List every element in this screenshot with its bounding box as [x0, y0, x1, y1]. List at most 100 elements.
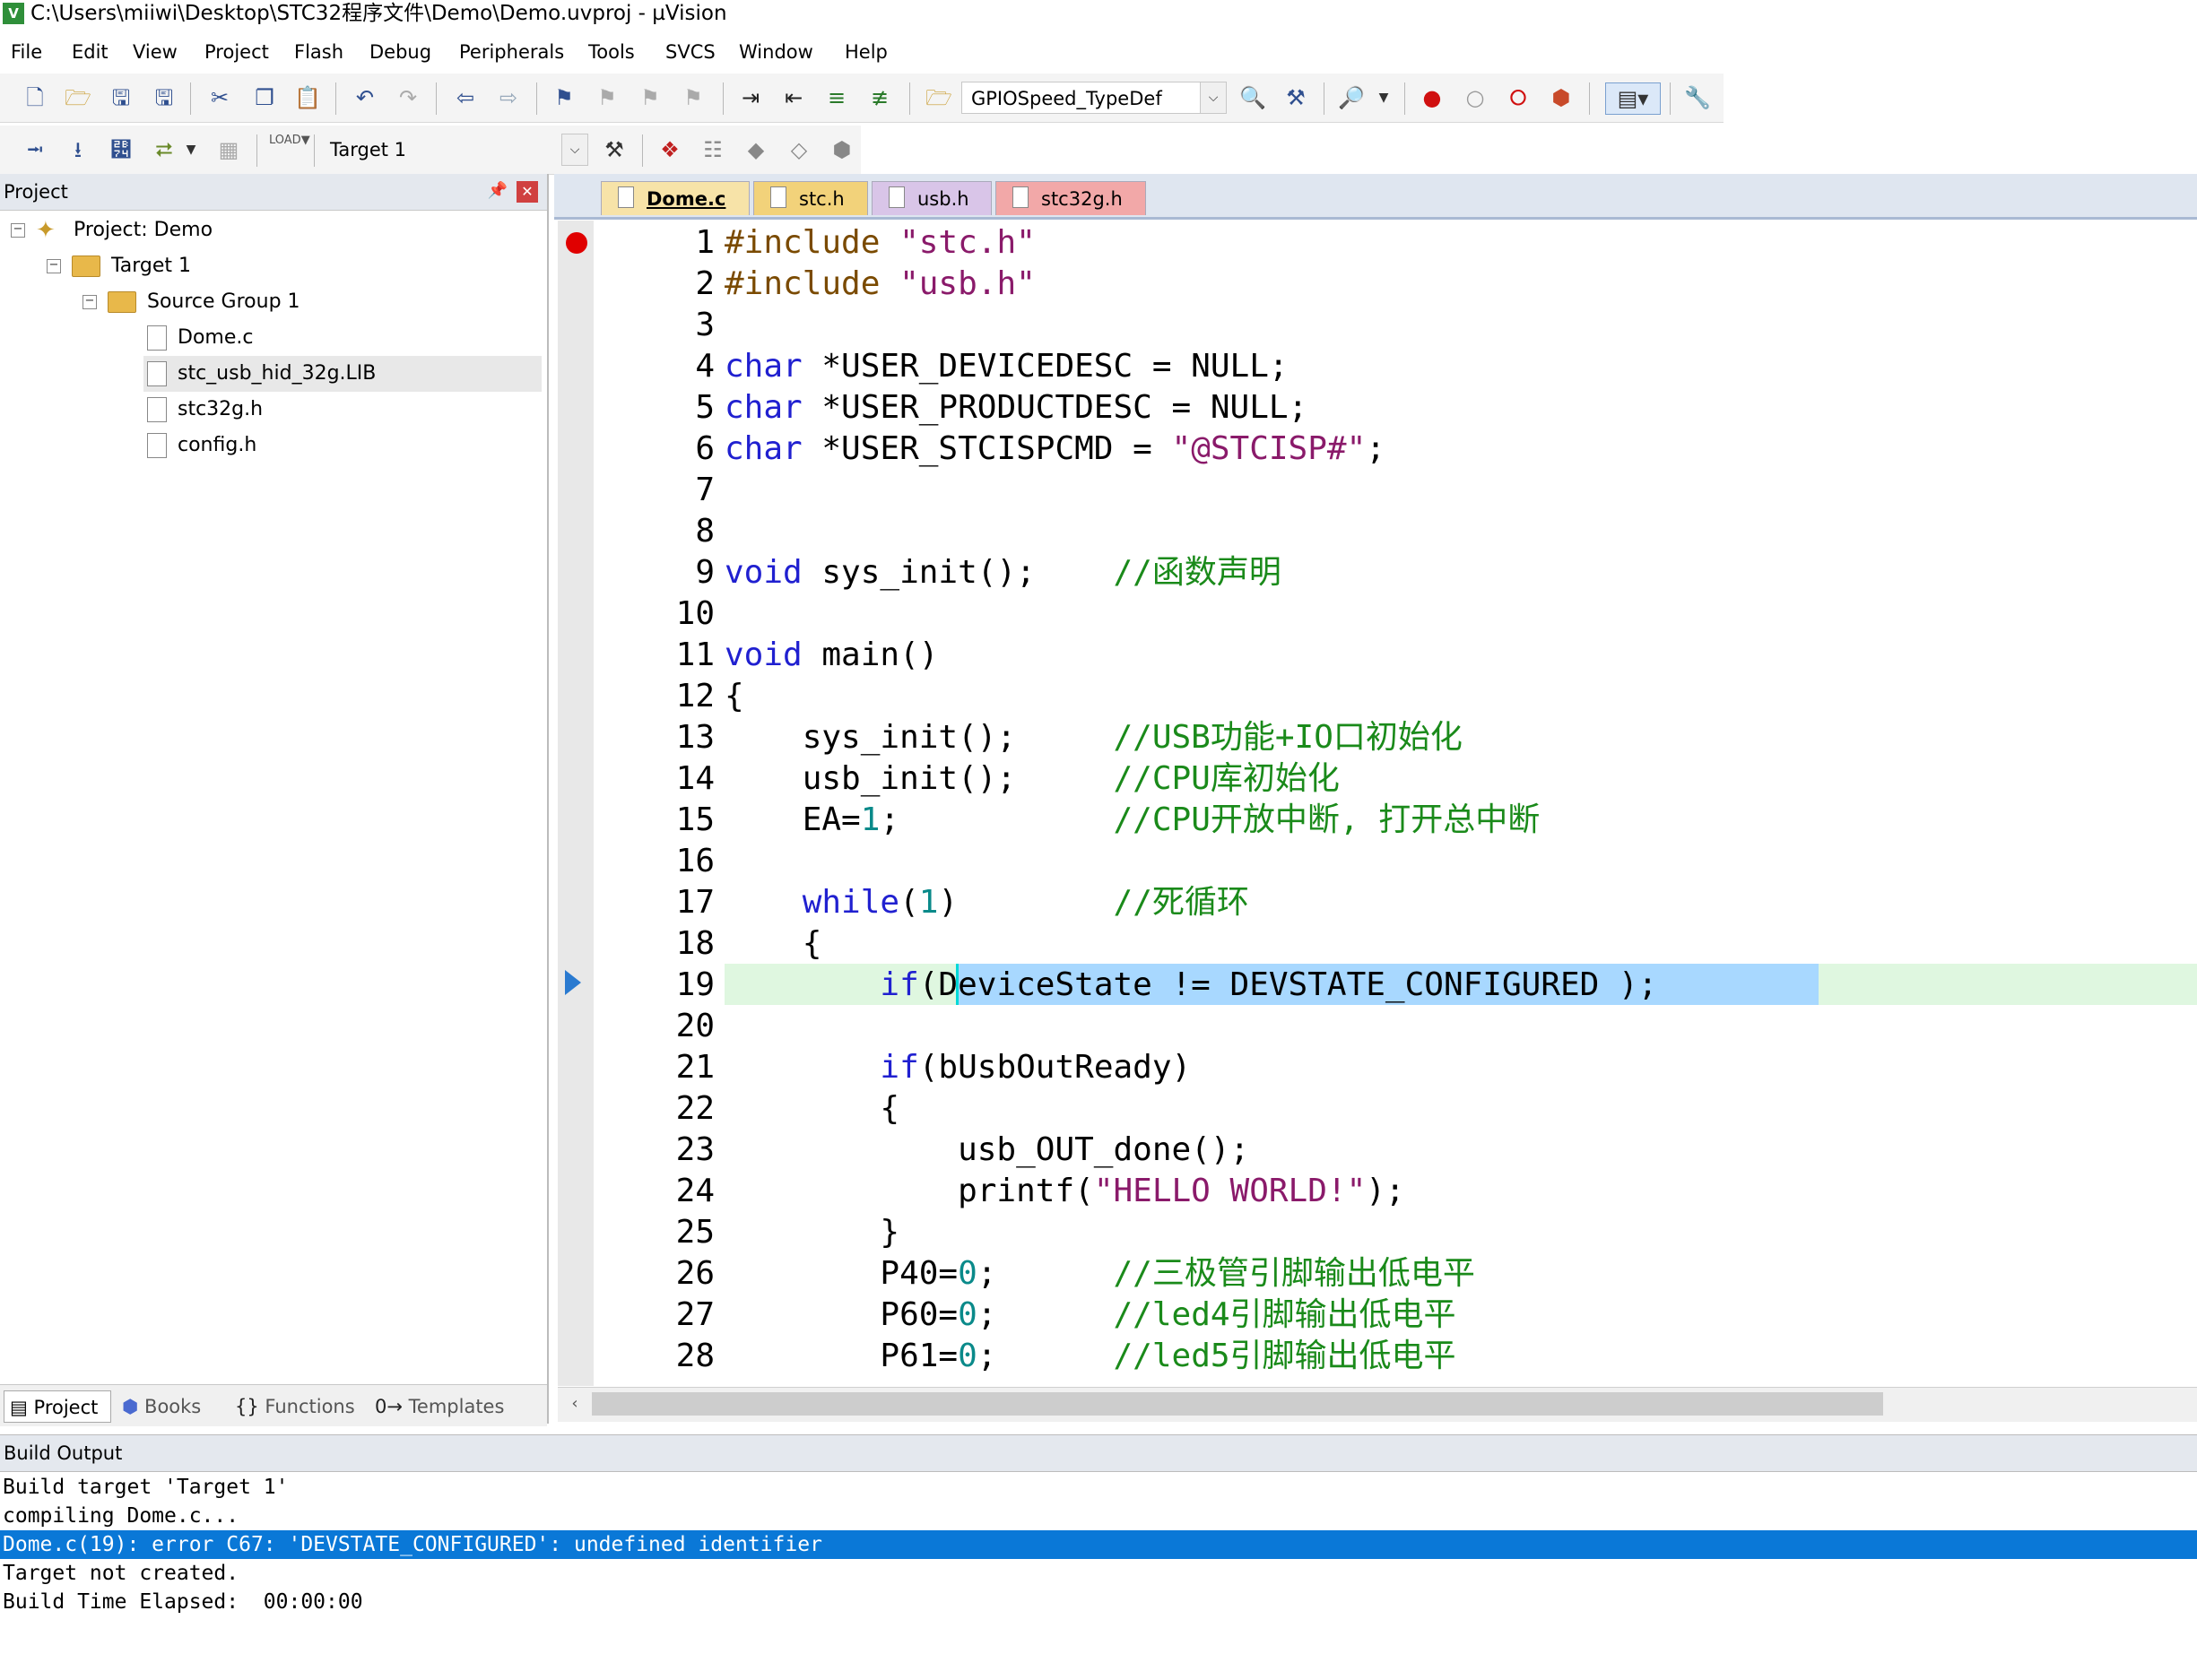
uncomment-icon[interactable]: ≢ [864, 82, 895, 113]
code-line[interactable]: 26 P40=0; //三极管引脚输出低电平 [558, 1253, 2197, 1295]
code-line[interactable]: 10 [558, 593, 2197, 635]
bookmark-prev-icon[interactable]: ⚑ [592, 82, 622, 113]
code-line[interactable]: 6 char *USER_STCISPCMD = "@STCISP#"; [558, 429, 2197, 470]
window-layout-icon[interactable]: ▤▾ [1605, 82, 1661, 115]
tree-file-stc32g-h[interactable]: stc32g.h [147, 392, 263, 428]
code-line[interactable]: 12 { [558, 676, 2197, 717]
tab-dome-c[interactable]: Dome.c [601, 181, 750, 215]
save-all-icon[interactable]: 🖫 [149, 82, 179, 113]
undo-icon[interactable]: ↶ [350, 82, 380, 113]
code-line[interactable]: 24 printf("HELLO WORLD!"); [558, 1171, 2197, 1212]
tree-target[interactable]: − Target 1 [47, 248, 191, 284]
code-line[interactable]: 21 if(bUsbOutReady) [558, 1047, 2197, 1088]
code-line[interactable]: 3 [558, 305, 2197, 346]
target-combo[interactable]: Target 1 ⌵ [321, 134, 588, 166]
code-line[interactable]: 5 char *USER_PRODUCTDESC = NULL; [558, 387, 2197, 429]
disable-all-breakpoints-icon[interactable]: ⭘ [1503, 82, 1533, 113]
tree-file-lib[interactable]: stc_usb_hid_32g.LIB [143, 356, 542, 392]
code-line[interactable]: 25 } [558, 1212, 2197, 1253]
code-line[interactable]: 27 P60=0; //led4引脚输出低电平 [558, 1295, 2197, 1336]
build-output-error-line[interactable]: Dome.c(19): error C67: 'DEVSTATE_CONFIGU… [0, 1530, 2197, 1559]
build-icon[interactable]: ⭳ [63, 134, 93, 165]
configure-tools-icon[interactable]: 🔧 [1682, 82, 1713, 113]
menu-svcs[interactable]: SVCS [665, 34, 716, 70]
chevron-down-icon[interactable]: ⌵ [1200, 82, 1226, 113]
redo-icon[interactable]: ↷ [393, 82, 423, 113]
collapse-icon[interactable]: − [82, 295, 97, 309]
code-line[interactable]: 7 [558, 470, 2197, 511]
code-line[interactable]: 11 void main() [558, 635, 2197, 676]
code-line[interactable]: 23 usb_OUT_done(); [558, 1130, 2197, 1171]
scrollbar-thumb[interactable] [592, 1392, 1883, 1416]
stop-build-icon[interactable]: ▦ [213, 134, 244, 165]
menu-project[interactable]: Project [204, 34, 269, 70]
manage-rte-icon[interactable]: ◆ [741, 134, 771, 165]
collapse-icon[interactable]: − [47, 259, 61, 273]
bookmark-clear-icon[interactable]: ⚑ [678, 82, 708, 113]
pack-installer-icon[interactable]: ◇ [784, 134, 814, 165]
navigate-forward-icon[interactable]: ⇨ [493, 82, 524, 113]
bookmark-next-icon[interactable]: ⚑ [635, 82, 665, 113]
function-combo[interactable]: GPIOSpeed_TypeDef ⌵ [961, 82, 1227, 114]
tab-functions[interactable]: {} Functions [235, 1390, 355, 1423]
open-folder-icon[interactable]: 🗁 [63, 82, 93, 113]
debug-session-icon[interactable]: 🔎 [1336, 82, 1367, 113]
menu-tools[interactable]: Tools [588, 34, 635, 70]
code-line[interactable]: 1 #include "stc.h" [558, 222, 2197, 264]
comment-icon[interactable]: ≡ [821, 82, 852, 113]
paste-icon[interactable]: 📋 [292, 82, 323, 113]
tab-usb-h[interactable]: usb.h [872, 181, 992, 215]
chevron-down-icon[interactable]: ▼ [176, 134, 206, 165]
code-line[interactable]: 22 { [558, 1088, 2197, 1130]
code-line[interactable]: 9 void sys_init(); //函数声明 [558, 552, 2197, 593]
code-line[interactable]: 13 sys_init(); //USB功能+IO口初始化 [558, 717, 2197, 758]
tree-project[interactable]: − ✦ Project: Demo [11, 212, 213, 248]
code-line[interactable]: 4 char *USER_DEVICEDESC = NULL; [558, 346, 2197, 387]
menu-edit[interactable]: Edit [72, 34, 109, 70]
translate-icon[interactable]: ⭲ [20, 134, 50, 165]
pack-select-icon[interactable]: ⬢ [827, 134, 857, 165]
indent-icon[interactable]: ⇥ [735, 82, 766, 113]
code-line[interactable]: 14 usb_init(); //CPU库初始化 [558, 758, 2197, 800]
rebuild-icon[interactable]: ⭴ [106, 134, 136, 165]
code-line[interactable]: 20 [558, 1006, 2197, 1047]
insert-breakpoint-icon[interactable]: ● [1417, 82, 1447, 113]
code-line[interactable]: 8 [558, 511, 2197, 552]
menu-peripherals[interactable]: Peripherals [459, 34, 564, 70]
tab-stc32g-h[interactable]: stc32g.h [995, 181, 1146, 215]
menu-flash[interactable]: Flash [294, 34, 343, 70]
close-icon[interactable]: ✕ [517, 181, 538, 203]
incremental-find-icon[interactable]: ⚒ [1281, 82, 1311, 113]
bookmark-toggle-icon[interactable]: ⚑ [549, 82, 579, 113]
new-file-icon[interactable]: 🗋 [20, 82, 50, 113]
code-line[interactable]: 28 P61=0; //led5引脚输出低电平 [558, 1336, 2197, 1377]
unindent-icon[interactable]: ⇤ [778, 82, 809, 113]
code-line[interactable]: 18 { [558, 923, 2197, 965]
tab-project[interactable]: ▤ Project [4, 1390, 111, 1423]
navigate-back-icon[interactable]: ⇦ [450, 82, 481, 113]
code-line[interactable]: 17 while(1) //死循环 [558, 882, 2197, 923]
find-in-files-icon[interactable]: 🗁 [924, 82, 954, 113]
find-icon[interactable]: 🔍 [1237, 82, 1268, 113]
tab-templates[interactable]: 0→ Templates [375, 1390, 504, 1423]
menu-view[interactable]: View [133, 34, 178, 70]
chevron-down-icon[interactable]: ⌵ [561, 134, 588, 166]
code-line[interactable]: 15 EA=1; //CPU开放中断, 打开总中断 [558, 800, 2197, 841]
code-line[interactable]: 19 if(DeviceState != DEVSTATE_CONFIGURED… [558, 965, 2197, 1006]
code-line[interactable]: 2 #include "usb.h" [558, 264, 2197, 305]
menu-file[interactable]: File [11, 34, 42, 70]
disable-breakpoint-icon[interactable]: ○ [1460, 82, 1490, 113]
copy-icon[interactable]: ❐ [249, 82, 280, 113]
target-options-icon[interactable]: ⚒ [599, 134, 630, 165]
tree-file-config-h[interactable]: config.h [147, 428, 256, 463]
chevron-down-icon[interactable]: ▼ [1368, 82, 1399, 113]
save-icon[interactable]: 🖫 [106, 82, 136, 113]
download-icon[interactable]: LOAD▼ [269, 134, 310, 165]
tab-books[interactable]: ⬢ Books [122, 1390, 201, 1423]
menu-window[interactable]: Window [739, 34, 813, 70]
batch-build-icon[interactable]: ⮂ [149, 134, 179, 165]
tree-source-group[interactable]: − Source Group 1 [82, 284, 300, 320]
cut-icon[interactable]: ✂ [204, 82, 235, 113]
tab-stc-h[interactable]: stc.h [753, 181, 868, 215]
collapse-icon[interactable]: − [11, 223, 25, 238]
